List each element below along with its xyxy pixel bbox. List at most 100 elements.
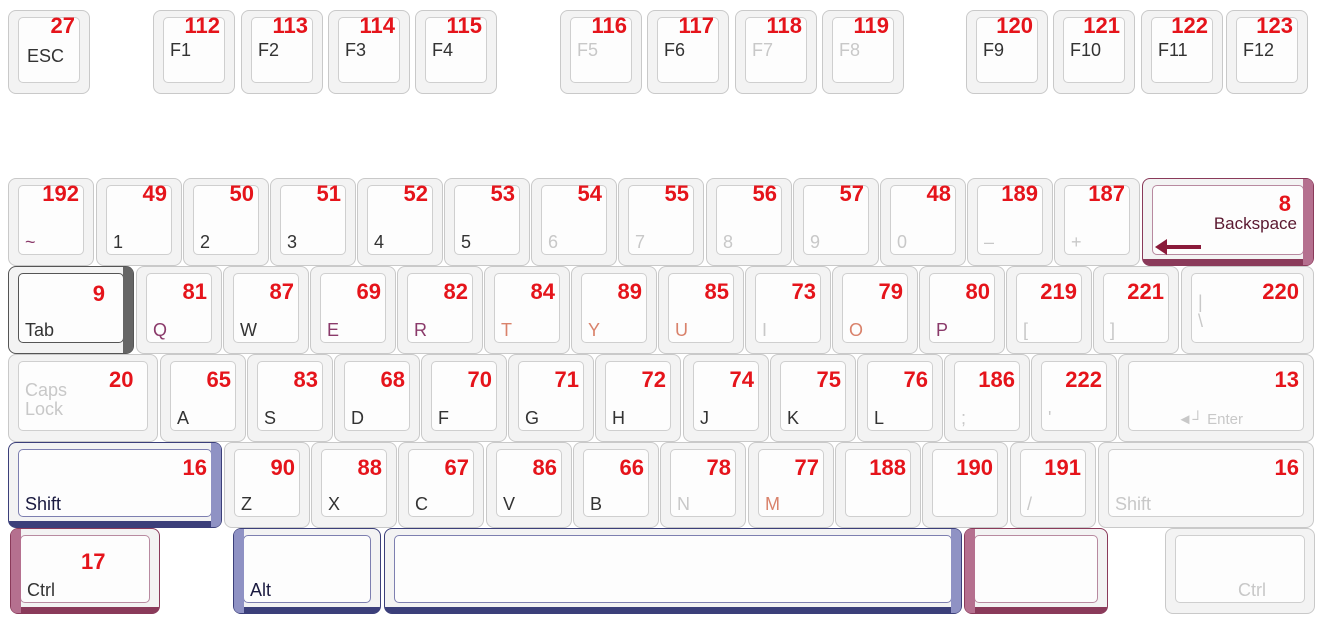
keycap-top xyxy=(974,535,1098,603)
key-m[interactable]: M 77 xyxy=(748,442,834,528)
key-p[interactable]: P 80 xyxy=(919,266,1005,354)
key-h[interactable]: H 72 xyxy=(595,354,681,442)
key-f9[interactable]: F9 120 xyxy=(966,10,1048,94)
key-code-label: 52 xyxy=(403,181,428,206)
key-code-label: 8 xyxy=(1278,191,1291,216)
key-j[interactable]: J 74 xyxy=(683,354,769,442)
key-a[interactable]: A 65 xyxy=(160,354,246,442)
key-code-label: 51 xyxy=(316,181,341,206)
key-k9[interactable]: 9 57 xyxy=(793,178,879,266)
key-rshift[interactable]: Shift 16 xyxy=(1098,442,1314,528)
key-quote[interactable]: ' 222 xyxy=(1031,354,1117,442)
key-k5[interactable]: 5 53 xyxy=(444,178,530,266)
key-q[interactable]: Q 81 xyxy=(136,266,222,354)
key-rbracket[interactable]: ] 221 xyxy=(1093,266,1179,354)
key-k6[interactable]: 6 54 xyxy=(531,178,617,266)
key-shade xyxy=(9,521,221,527)
key-comma[interactable]: 188 xyxy=(835,442,921,528)
key-legend: A xyxy=(177,408,190,428)
key-legend: F2 xyxy=(258,40,280,60)
key-rctrl[interactable]: Ctrl xyxy=(1165,528,1315,614)
key-legend: F10 xyxy=(1070,40,1102,60)
key-n[interactable]: N 78 xyxy=(660,442,746,528)
key-r[interactable]: R 82 xyxy=(397,266,483,354)
key-period[interactable]: 190 xyxy=(922,442,1008,528)
key-o[interactable]: O 79 xyxy=(832,266,918,354)
key-legend: W xyxy=(240,320,257,340)
key-plus[interactable]: +187 xyxy=(1054,178,1140,266)
key-code-label: 120 xyxy=(996,13,1033,38)
key-k3[interactable]: 3 51 xyxy=(270,178,356,266)
key-f11[interactable]: F11 122 xyxy=(1141,10,1223,94)
key-f7[interactable]: F7 118 xyxy=(735,10,817,94)
key-code-label: 68 xyxy=(380,367,405,392)
key-enter[interactable]: ◄┘ Enter 13 xyxy=(1118,354,1314,442)
key-f12[interactable]: F12 123 xyxy=(1226,10,1308,94)
key-legend: Q xyxy=(153,320,168,340)
key-backspace[interactable]: Backspace 8 xyxy=(1142,178,1314,266)
key-alt[interactable]: Alt xyxy=(233,528,381,614)
key-code-label: 219 xyxy=(1040,279,1077,304)
key-code-label: 57 xyxy=(839,181,864,206)
key-f[interactable]: F 70 xyxy=(421,354,507,442)
key-f10[interactable]: F10 121 xyxy=(1053,10,1135,94)
key-space[interactable] xyxy=(384,528,962,614)
key-s[interactable]: S 83 xyxy=(247,354,333,442)
key-legend: ~ xyxy=(25,232,36,252)
key-k7[interactable]: 7 55 xyxy=(618,178,704,266)
keycap-top xyxy=(394,535,952,603)
key-legend: F8 xyxy=(839,40,861,60)
key-v[interactable]: V 86 xyxy=(486,442,572,528)
key-f4[interactable]: F4 115 xyxy=(415,10,497,94)
key-u[interactable]: U 85 xyxy=(658,266,744,354)
key-c[interactable]: C 67 xyxy=(398,442,484,528)
key-lctrl[interactable]: Ctrl 17 xyxy=(10,528,160,614)
key-f6[interactable]: F6 117 xyxy=(647,10,729,94)
key-y[interactable]: Y 89 xyxy=(571,266,657,354)
key-legend: F12 xyxy=(1243,40,1275,60)
key-minus[interactable]: – 189 xyxy=(967,178,1053,266)
key-f3[interactable]: F3 114 xyxy=(328,10,410,94)
key-g[interactable]: G 71 xyxy=(508,354,594,442)
key-tab[interactable]: Tab 9 xyxy=(8,266,134,354)
key-ralt[interactable] xyxy=(964,528,1108,614)
key-i[interactable]: I 73 xyxy=(745,266,831,354)
key-b[interactable]: B 66 xyxy=(573,442,659,528)
key-shade xyxy=(11,529,21,613)
key-shade xyxy=(234,607,380,613)
key-code-label: 117 xyxy=(678,13,715,38)
key-f8[interactable]: F8 119 xyxy=(822,10,904,94)
key-e[interactable]: E 69 xyxy=(310,266,396,354)
key-k[interactable]: K 75 xyxy=(770,354,856,442)
key-t[interactable]: T 84 xyxy=(484,266,570,354)
key-legend: ESC xyxy=(27,46,65,66)
key-d[interactable]: D 68 xyxy=(334,354,420,442)
key-tilde[interactable]: ~192 xyxy=(8,178,94,266)
key-w[interactable]: W 87 xyxy=(223,266,309,354)
key-f2[interactable]: F2 113 xyxy=(241,10,323,94)
key-k0[interactable]: 0 48 xyxy=(880,178,966,266)
key-k8[interactable]: 8 56 xyxy=(706,178,792,266)
key-shade xyxy=(385,607,961,613)
key-lbracket[interactable]: [219 xyxy=(1006,266,1092,354)
key-code-label: 188 xyxy=(869,455,906,480)
key-backslash[interactable]: | \ 220 xyxy=(1181,266,1314,354)
key-semicolon[interactable]: ; 186 xyxy=(944,354,1030,442)
key-k4[interactable]: 4 52 xyxy=(357,178,443,266)
key-legend: | \ xyxy=(1198,292,1204,331)
key-f1[interactable]: F1 112 xyxy=(153,10,235,94)
key-caps[interactable]: Caps Lock 20 xyxy=(8,354,158,442)
key-z[interactable]: Z 90 xyxy=(224,442,310,528)
key-esc[interactable]: ESC 27 xyxy=(8,10,90,94)
key-legend: P xyxy=(936,320,949,340)
key-f5[interactable]: F5 116 xyxy=(560,10,642,94)
key-code-label: 86 xyxy=(532,455,557,480)
key-l[interactable]: L 76 xyxy=(857,354,943,442)
key-slash[interactable]: / 191 xyxy=(1010,442,1096,528)
key-code-label: 84 xyxy=(530,279,555,304)
key-x[interactable]: X 88 xyxy=(311,442,397,528)
key-legend: L xyxy=(874,408,885,428)
key-k1[interactable]: 1 49 xyxy=(96,178,182,266)
key-lshift[interactable]: Shift 16 xyxy=(8,442,222,528)
key-k2[interactable]: 2 50 xyxy=(183,178,269,266)
